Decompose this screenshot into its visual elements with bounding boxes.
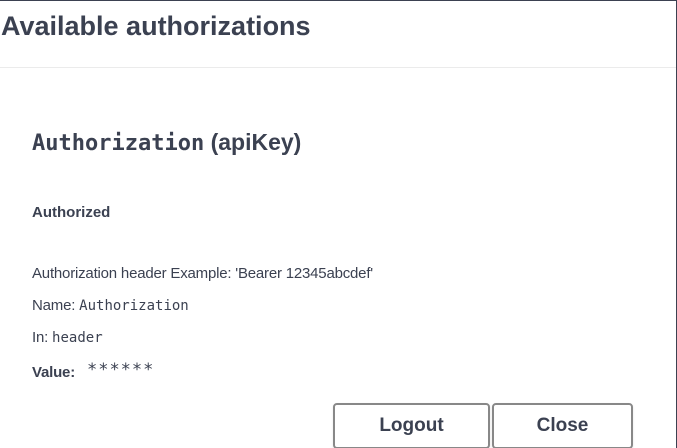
auth-in-label: In: bbox=[32, 329, 49, 346]
auth-status: Authorized bbox=[32, 204, 111, 221]
auth-description-text: Authorization header Example: 'Bearer 12… bbox=[32, 265, 373, 282]
auth-scheme-name: Authorization bbox=[32, 131, 205, 156]
auth-in-value: header bbox=[52, 330, 103, 346]
logout-button[interactable]: Logout bbox=[333, 403, 490, 448]
modal-title: Available authorizations bbox=[1, 11, 311, 41]
close-button[interactable]: Close bbox=[492, 403, 633, 448]
auth-name-value: Authorization bbox=[79, 298, 189, 314]
authorizations-modal: Available authorizations Authorization (… bbox=[0, 0, 677, 448]
auth-name-label: Name: bbox=[32, 297, 76, 314]
modal-header: Available authorizations bbox=[0, 0, 676, 68]
auth-scheme-title: Authorization (apiKey) bbox=[32, 129, 301, 156]
auth-description: Authorization header Example: 'Bearer 12… bbox=[32, 265, 373, 282]
auth-name-row: Name: Authorization bbox=[32, 297, 189, 314]
auth-value-masked: ****** bbox=[86, 360, 155, 380]
auth-value-row: Value: ****** bbox=[32, 360, 155, 382]
auth-in-row: In: header bbox=[32, 329, 103, 346]
auth-scheme-type: (apiKey) bbox=[210, 129, 302, 155]
auth-value-label: Value: bbox=[32, 364, 75, 381]
